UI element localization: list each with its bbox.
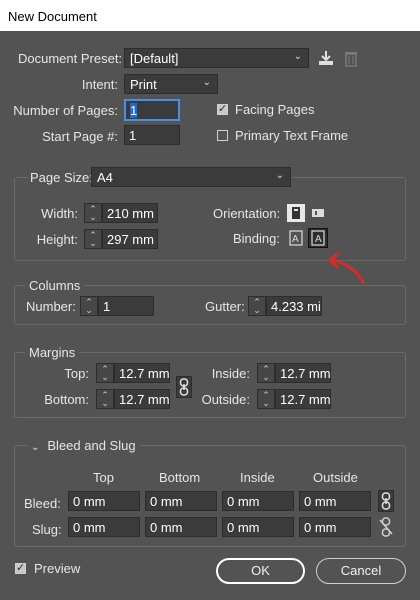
margin-inside-label: Inside:: [211, 366, 250, 381]
bleed-slug-title: Bleed and Slug: [47, 438, 136, 453]
page-size-select[interactable]: A4 ⌄: [91, 167, 291, 187]
annotation-arrow-icon: [328, 252, 365, 284]
intent-label: Intent:: [81, 77, 118, 92]
start-page-label: Start Page #:: [42, 129, 118, 144]
start-page-input[interactable]: 1: [124, 125, 180, 145]
chevron-down-icon: ⌄: [202, 77, 211, 88]
header-inside: Inside: [240, 470, 275, 485]
columns-number-input[interactable]: 1: [98, 296, 154, 316]
bleed-slug-header[interactable]: ⌄ Bleed and Slug: [27, 438, 140, 453]
columns-number-stepper[interactable]: ⌃ ⌄: [80, 296, 98, 316]
bleed-bottom-input[interactable]: 0 mm: [145, 491, 217, 511]
bleed-outside-input[interactable]: 0 mm: [299, 491, 371, 511]
margin-inside-stepper[interactable]: ⌃ ⌄: [257, 363, 275, 383]
margin-bottom-label: Bottom:: [44, 392, 89, 407]
window-title: New Document: [8, 9, 97, 24]
ok-button[interactable]: OK: [216, 558, 305, 584]
orientation-label: Orientation:: [213, 206, 281, 221]
link-margins-icon[interactable]: [176, 376, 192, 398]
height-label: Height:: [36, 232, 78, 247]
margin-outside-label: Outside:: [201, 392, 250, 407]
width-stepper[interactable]: ⌃ ⌄: [84, 203, 102, 223]
margin-outside-stepper[interactable]: ⌃ ⌄: [257, 389, 275, 409]
svg-text:A: A: [292, 234, 299, 245]
margins-title: Margins: [25, 345, 80, 360]
number-of-pages-value: 1: [130, 103, 138, 118]
portrait-orientation-icon[interactable]: [287, 204, 305, 222]
columns-title: Columns: [25, 278, 85, 293]
header-top: Top: [93, 470, 114, 485]
slug-top-input[interactable]: 0 mm: [68, 517, 140, 537]
width-label: Width:: [41, 206, 78, 221]
height-input[interactable]: 297 mm: [102, 229, 158, 249]
margin-bottom-stepper[interactable]: ⌃ ⌄: [96, 389, 114, 409]
primary-text-frame-label: Primary Text Frame: [235, 128, 349, 143]
margin-top-input[interactable]: 12.7 mm: [114, 363, 170, 383]
primary-text-frame-checkbox[interactable]: [217, 130, 228, 141]
chevron-down-icon: ⌄: [275, 170, 284, 181]
chevron-down-icon: ⌄: [293, 51, 302, 62]
document-preset-label: Document Preset:: [18, 51, 123, 66]
slug-inside-input[interactable]: 0 mm: [222, 517, 294, 537]
margin-bottom-input[interactable]: 12.7 mm: [114, 389, 170, 409]
columns-number-label: Number:: [26, 299, 76, 314]
landscape-orientation-icon[interactable]: [310, 204, 326, 222]
title-bar: New Document: [0, 0, 420, 31]
header-outside: Outside: [313, 470, 358, 485]
margin-top-label: Top:: [64, 366, 89, 381]
unlink-slug-icon[interactable]: [378, 516, 394, 538]
slug-bottom-input[interactable]: 0 mm: [145, 517, 217, 537]
margin-inside-input[interactable]: 12.7 mm: [275, 363, 331, 383]
bleed-inside-input[interactable]: 0 mm: [222, 491, 294, 511]
header-bottom: Bottom: [159, 470, 201, 485]
slug-label: Slug:: [32, 522, 62, 537]
link-bleed-icon[interactable]: [378, 490, 394, 512]
intent-value: Print: [130, 77, 157, 92]
delete-preset-icon[interactable]: [343, 49, 359, 67]
gutter-stepper[interactable]: ⌃ ⌄: [248, 296, 266, 316]
bleed-top-input[interactable]: 0 mm: [68, 491, 140, 511]
intent-select[interactable]: Print ⌄: [124, 74, 218, 94]
margin-outside-input[interactable]: 12.7 mm: [275, 389, 331, 409]
facing-pages-label: Facing Pages: [235, 102, 315, 117]
cancel-button[interactable]: Cancel: [316, 558, 406, 584]
margin-top-stepper[interactable]: ⌃ ⌄: [96, 363, 114, 383]
height-stepper[interactable]: ⌃ ⌄: [84, 229, 102, 249]
slug-outside-input[interactable]: 0 mm: [299, 517, 371, 537]
bleed-label: Bleed:: [24, 496, 61, 511]
page-size-label: Page Size:: [28, 170, 95, 185]
width-input[interactable]: 210 mm: [102, 203, 158, 223]
document-preset-value: [Default]: [130, 51, 179, 66]
page-size-value: A4: [97, 170, 113, 185]
left-to-right-binding-icon[interactable]: A: [287, 229, 305, 247]
facing-pages-checkbox[interactable]: [217, 102, 228, 115]
save-preset-icon[interactable]: [317, 49, 335, 67]
document-preset-select[interactable]: [Default] ⌄: [124, 48, 309, 68]
margins-group: [14, 352, 406, 418]
number-of-pages-input[interactable]: 1: [124, 99, 180, 121]
binding-label: Binding:: [233, 231, 280, 246]
gutter-input[interactable]: 4.233 mi: [266, 296, 322, 316]
chevron-down-icon: ⌄: [31, 442, 40, 453]
number-of-pages-label: Number of Pages:: [13, 103, 118, 118]
gutter-label: Gutter:: [205, 299, 245, 314]
preview-checkbox[interactable]: [15, 561, 26, 574]
preview-label: Preview: [34, 561, 81, 576]
